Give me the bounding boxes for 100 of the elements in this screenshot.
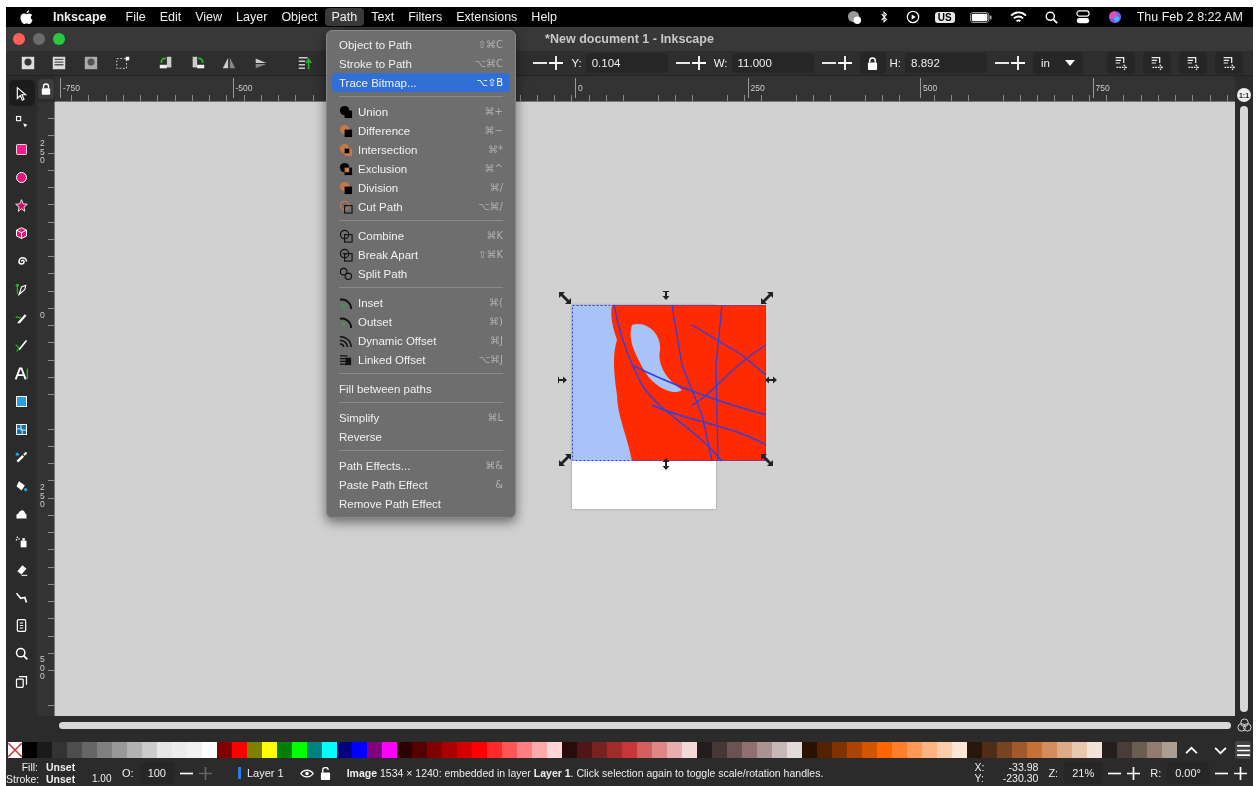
ruler-label: 0 bbox=[40, 311, 46, 320]
stroke-width: 1.00 bbox=[92, 773, 112, 785]
keyboard-shortcut: ⌘( bbox=[489, 297, 503, 308]
menu-bar-clock[interactable]: Thu Feb 2 8:22 AM bbox=[1136, 10, 1243, 24]
menu-item-label: Path Effects... bbox=[339, 459, 412, 472]
keyboard-shortcut: ⌘^ bbox=[484, 163, 503, 174]
stroke-label: Stroke: bbox=[6, 773, 41, 785]
menu-item[interactable]: Split Path bbox=[332, 264, 510, 283]
y-coordinate: -230.30 bbox=[1001, 773, 1039, 784]
ruler-label: 250 bbox=[747, 78, 765, 98]
menu-item[interactable]: Path Effects... ⌘& bbox=[332, 456, 510, 475]
menu-item-label: Break Apart bbox=[358, 248, 420, 261]
keyboard-shortcut: ⌘J bbox=[490, 335, 503, 346]
menu-item[interactable]: View bbox=[188, 8, 230, 26]
menu-item-label: Division bbox=[358, 181, 400, 194]
keyboard-shortcut: & bbox=[495, 479, 503, 490]
window-title: *New document 1 - Inkscape bbox=[545, 32, 714, 46]
keyboard-shortcut: ⇧⌘K bbox=[478, 249, 503, 260]
menu-item-label: Object to Path bbox=[339, 38, 413, 51]
menu-item-label: Simplify bbox=[339, 411, 381, 424]
keyboard-shortcut: ⌘/ bbox=[489, 182, 503, 193]
menu-item[interactable]: Paste Path Effect & bbox=[332, 475, 510, 494]
menu-item-label: Paste Path Effect bbox=[339, 478, 429, 491]
keyboard-shortcut: ⌘K bbox=[486, 230, 503, 241]
x-label: X: bbox=[974, 762, 985, 773]
ruler-label: -500 bbox=[232, 78, 253, 98]
keyboard-shortcut: ⌘− bbox=[484, 125, 503, 136]
menu-item-label: Reverse bbox=[339, 430, 383, 443]
menu-item[interactable]: Help bbox=[524, 8, 565, 26]
menu-item[interactable]: Division ⌘/ bbox=[332, 178, 510, 197]
menu-item[interactable]: Object bbox=[274, 8, 325, 26]
keyboard-shortcut: ⌘& bbox=[485, 460, 503, 471]
rotation-field[interactable]: 0.00° bbox=[1167, 762, 1209, 784]
opacity-label: O: bbox=[122, 767, 134, 779]
menu-item[interactable]: Layer bbox=[229, 8, 275, 26]
unit-dropdown[interactable]: in bbox=[1033, 52, 1084, 74]
keyboard-shortcut: ⌥⌘J bbox=[478, 354, 503, 365]
menu-item[interactable]: Break Apart ⇧⌘K bbox=[332, 245, 510, 264]
menu-item-label: Linked Offset bbox=[358, 353, 427, 366]
layer-selector[interactable]: Layer 1 bbox=[238, 767, 284, 779]
menu-item-label: Difference bbox=[358, 124, 412, 137]
menu-item[interactable]: Dynamic Offset ⌘J bbox=[332, 331, 510, 350]
menu-item[interactable]: Stroke to Path ⌥⌘C bbox=[332, 54, 510, 73]
menu-item[interactable]: Cut Path ⌥⌘/ bbox=[332, 197, 510, 216]
menu-item[interactable]: Inset ⌘( bbox=[332, 293, 510, 312]
menu-item-label: Exclusion bbox=[358, 162, 409, 175]
menu-item[interactable]: Reverse bbox=[332, 427, 510, 446]
zoom-field[interactable]: 21% bbox=[1064, 762, 1103, 784]
menu-item-label: Outset bbox=[358, 315, 393, 328]
rotation-label: R: bbox=[1150, 767, 1162, 779]
keyboard-shortcut: ⌥⌘C bbox=[474, 58, 503, 69]
menu-item[interactable]: Object to Path ⇧⌘C bbox=[332, 35, 510, 54]
ruler-label: 750 bbox=[1092, 78, 1110, 98]
fill-value: Unset bbox=[46, 761, 77, 773]
opacity-field[interactable]: 100 bbox=[139, 762, 174, 784]
field-label: Y: bbox=[571, 57, 582, 69]
keyboard-shortcut: ⌥⇧B bbox=[476, 77, 503, 88]
menu-item-label: Dynamic Offset bbox=[358, 334, 438, 347]
number-field[interactable]: 0.104 bbox=[585, 53, 668, 73]
menu-item[interactable]: Extensions bbox=[449, 8, 525, 26]
menu-item[interactable]: Simplify ⌘L bbox=[332, 408, 510, 427]
ruler-label: 250 bbox=[40, 139, 46, 165]
menu-item[interactable]: Exclusion ⌘^ bbox=[332, 159, 510, 178]
menu-item[interactable]: Edit bbox=[152, 8, 189, 26]
ruler-label: 500 bbox=[40, 655, 46, 681]
number-field[interactable]: 8.892 bbox=[905, 53, 988, 73]
keyboard-shortcut: ⇧⌘C bbox=[477, 39, 503, 50]
menu-item[interactable]: Union ⌘+ bbox=[332, 102, 510, 121]
keyboard-shortcut: ⌘L bbox=[487, 412, 503, 423]
stroke-value: Unset bbox=[46, 773, 77, 785]
menu-item[interactable]: Text bbox=[364, 8, 402, 26]
keyboard-shortcut: ⌘+ bbox=[484, 106, 503, 117]
menu-item[interactable]: Combine ⌘K bbox=[332, 226, 510, 245]
input-source-badge[interactable]: US bbox=[934, 11, 955, 23]
menu-item-label: Cut Path bbox=[358, 200, 404, 213]
x-coordinate: -33.98 bbox=[1007, 762, 1039, 773]
menu-item[interactable]: Path bbox=[324, 8, 365, 26]
menu-item[interactable]: Fill between paths bbox=[332, 379, 510, 398]
ruler-label: 0 bbox=[575, 78, 583, 98]
menu-item[interactable]: File bbox=[118, 8, 153, 26]
menu-item[interactable]: Remove Path Effect bbox=[332, 494, 510, 513]
menu-item-label: Remove Path Effect bbox=[339, 497, 443, 510]
menu-item[interactable]: Filters bbox=[401, 8, 450, 26]
number-field[interactable]: 11.000 bbox=[731, 53, 814, 73]
y-label: Y: bbox=[974, 773, 985, 784]
menu-item[interactable]: Intersection ⌘* bbox=[332, 140, 510, 159]
menu-item-label: Intersection bbox=[358, 143, 419, 156]
menu-item[interactable]: Outset ⌘) bbox=[332, 312, 510, 331]
keyboard-shortcut: ⌘) bbox=[489, 316, 503, 327]
menu-item[interactable]: Difference ⌘− bbox=[332, 121, 510, 140]
menu-item[interactable]: Trace Bitmap... ⌥⇧B bbox=[332, 73, 510, 92]
menu-item[interactable]: Linked Offset ⌥⌘J bbox=[332, 350, 510, 369]
menu-item-label: Trace Bitmap... bbox=[339, 76, 418, 89]
keyboard-shortcut: ⌥⌘/ bbox=[478, 201, 503, 212]
keyboard-shortcut: ⌘* bbox=[488, 144, 503, 155]
app-name-menu[interactable]: Inkscape bbox=[47, 8, 113, 26]
ruler-label: 250 bbox=[40, 483, 46, 509]
fill-label: Fill: bbox=[20, 761, 39, 773]
field-label: H: bbox=[889, 57, 902, 69]
status-message: Image 1534 × 1240: embedded in layer Layer 1. Click selection again to toggle scale/rotation handles. bbox=[346, 767, 825, 779]
